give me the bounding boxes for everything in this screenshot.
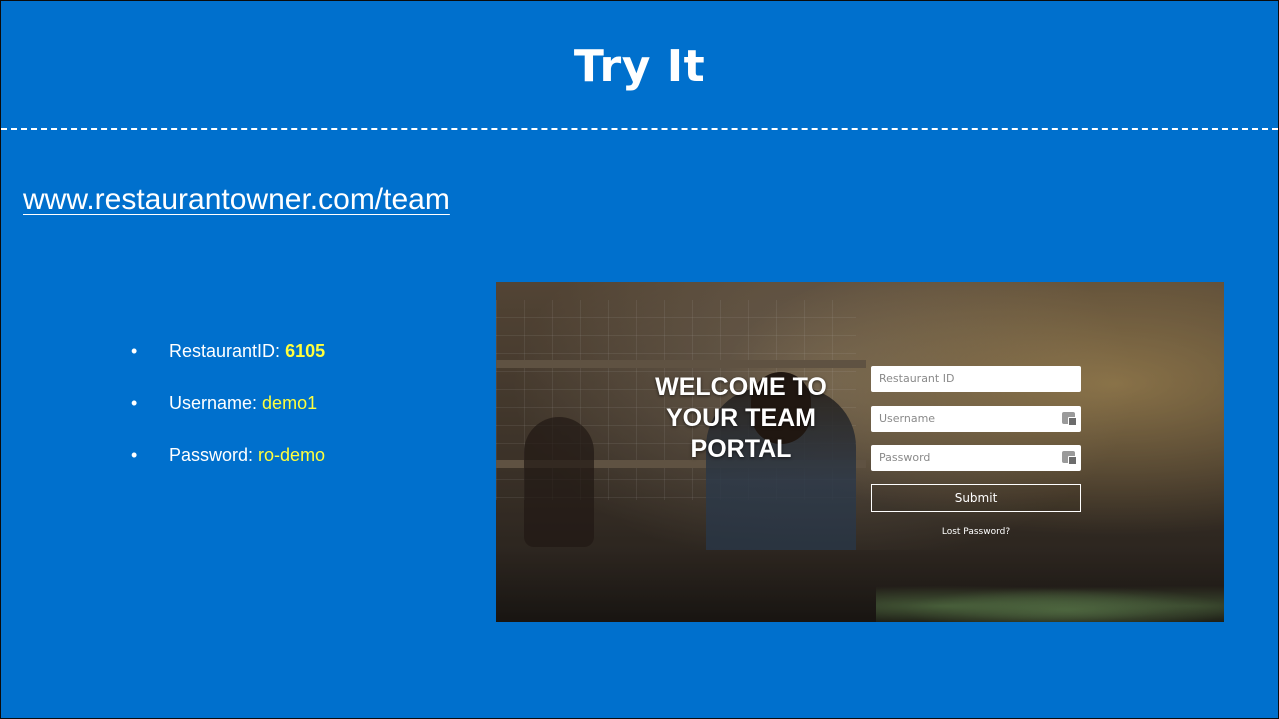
- title-divider: [1, 128, 1278, 130]
- bullet-icon: •: [131, 393, 138, 413]
- credential-label: Password:: [169, 445, 259, 465]
- credentials-list: • RestaurantID: 6105 • Username: demo1 •…: [131, 341, 325, 497]
- welcome-heading: WELCOME TO YOUR TEAM PORTAL: [631, 372, 851, 465]
- credential-password: • Password: ro-demo: [131, 445, 325, 467]
- credential-username: • Username: demo1: [131, 393, 325, 415]
- keyboard-icon[interactable]: [1062, 451, 1077, 465]
- team-portal-link[interactable]: www.restaurantowner.com/team: [23, 183, 450, 217]
- lost-password-link[interactable]: Lost Password?: [871, 527, 1081, 537]
- credential-value: ro-demo: [258, 445, 326, 465]
- credential-value: demo1: [262, 393, 318, 413]
- username-placeholder: Username: [879, 412, 936, 425]
- restaurant-id-field[interactable]: Restaurant ID: [871, 366, 1081, 392]
- welcome-line: YOUR TEAM: [666, 404, 816, 432]
- keyboard-icon[interactable]: [1062, 412, 1077, 426]
- image-overlay: [496, 282, 1224, 622]
- team-portal-screenshot: WELCOME TO YOUR TEAM PORTAL Restaurant I…: [496, 282, 1224, 622]
- username-field[interactable]: Username: [871, 406, 1081, 432]
- credential-label: RestaurantID:: [169, 341, 286, 361]
- credential-label: Username:: [169, 393, 263, 413]
- submit-button[interactable]: Submit: [871, 484, 1081, 512]
- slide-title: Try It: [573, 41, 706, 92]
- bullet-icon: •: [131, 341, 138, 361]
- restaurant-id-placeholder: Restaurant ID: [879, 372, 955, 385]
- password-placeholder: Password: [879, 451, 931, 464]
- password-field[interactable]: Password: [871, 445, 1081, 471]
- credential-restaurant-id: • RestaurantID: 6105: [131, 341, 325, 363]
- credential-value: 6105: [285, 341, 326, 361]
- bullet-icon: •: [131, 445, 138, 465]
- welcome-line: PORTAL: [690, 435, 792, 463]
- slide: Try It www.restaurantowner.com/team • Re…: [1, 1, 1278, 718]
- welcome-line: WELCOME TO: [655, 373, 827, 401]
